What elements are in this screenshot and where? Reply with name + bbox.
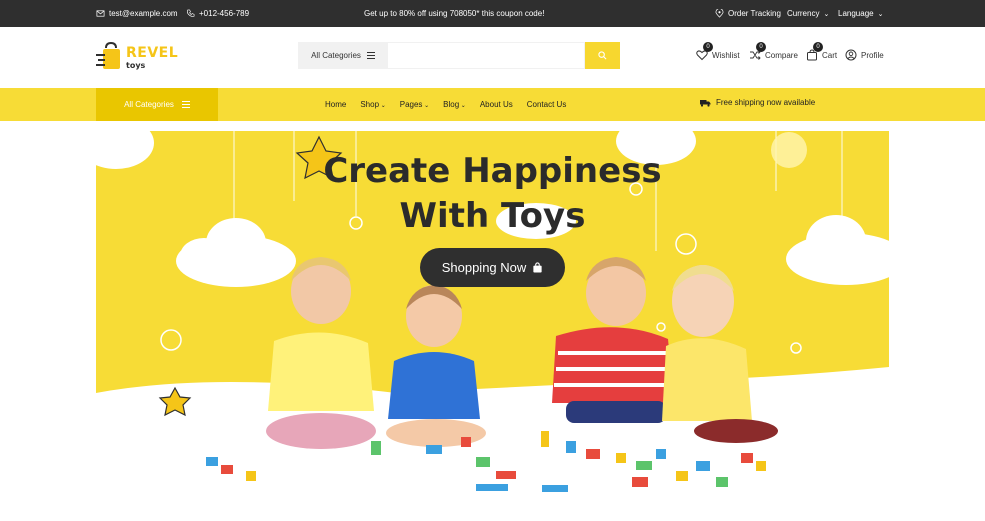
truck-icon: [700, 99, 711, 107]
profile-label: Profile: [861, 50, 884, 60]
wishlist-link[interactable]: 0 Wishlist: [696, 42, 740, 61]
currency-dropdown[interactable]: Currency ⌄: [787, 9, 829, 18]
nav-item-shop[interactable]: Shop ⌄: [360, 100, 385, 109]
search-button[interactable]: [585, 42, 620, 69]
hero-title: Create Happiness With Toys: [96, 149, 889, 239]
nav-item-pages[interactable]: Pages ⌄: [400, 100, 429, 109]
shopping-now-button[interactable]: Shopping Now: [420, 248, 565, 287]
phone-text: +012-456-789: [199, 9, 250, 18]
email-text: test@example.com: [109, 9, 178, 18]
cart-count-badge: 0: [813, 42, 823, 52]
wishlist-label: Wishlist: [712, 50, 740, 60]
order-tracking-label: Order Tracking: [728, 9, 781, 18]
logo[interactable]: REVEL toys: [96, 42, 186, 74]
user-circle-icon: [845, 49, 857, 61]
phone-icon: [187, 9, 195, 17]
nav-item-about[interactable]: About Us: [480, 100, 513, 109]
phone-link[interactable]: +012-456-789: [186, 9, 249, 18]
email-link[interactable]: test@example.com: [96, 9, 178, 18]
nav-item-blog[interactable]: Blog ⌄: [443, 100, 466, 109]
compare-link[interactable]: 0 Compare: [749, 42, 798, 61]
search-category-select[interactable]: All Categories: [298, 42, 388, 69]
chevron-down-icon: ⌄: [379, 103, 386, 109]
promo-text: Get up to 80% off using 708050* this cou…: [364, 9, 545, 18]
header: REVEL toys All Categories 0 Wishlist 0 C…: [0, 27, 985, 88]
chevron-down-icon: ⌄: [459, 103, 466, 109]
nav-item-pages-label: Pages: [399, 100, 423, 109]
language-dropdown[interactable]: Language ⌄: [838, 9, 883, 18]
all-categories-button[interactable]: All Categories: [96, 88, 218, 121]
shopping-now-label: Shopping Now: [441, 260, 527, 275]
chevron-down-icon: ⌄: [823, 10, 830, 18]
brand-subtitle: toys: [126, 61, 146, 70]
compare-label: Compare: [765, 50, 798, 60]
shopping-bag-icon: [533, 262, 542, 273]
menu-lines-icon: [181, 101, 190, 108]
nav-item-home[interactable]: Home: [325, 100, 346, 109]
shopping-bag-logo-icon: [96, 42, 120, 69]
hero-title-line-2: With Toys: [399, 196, 586, 236]
compare-count-badge: 0: [756, 42, 766, 52]
currency-label: Currency: [787, 9, 820, 18]
hero-title-line-1: Create Happiness: [323, 151, 662, 191]
location-pin-icon: [715, 9, 724, 18]
nav-menu: Home Shop ⌄ Pages ⌄ Blog ⌄ About Us Cont…: [325, 100, 566, 109]
nav-item-contact[interactable]: Contact Us: [527, 100, 567, 109]
language-label: Language: [838, 9, 874, 18]
all-categories-label: All Categories: [124, 100, 174, 109]
cart-link[interactable]: 0 Cart: [806, 42, 838, 61]
wishlist-count-badge: 0: [703, 42, 713, 52]
order-tracking-link[interactable]: Order Tracking: [715, 9, 781, 18]
mail-icon: [96, 10, 105, 17]
search-bar: All Categories: [298, 42, 620, 69]
search-input[interactable]: [388, 42, 585, 69]
profile-link[interactable]: Profile: [845, 49, 884, 61]
nav-item-blog-label: Blog: [443, 100, 460, 109]
cart-label: Cart: [822, 50, 838, 60]
chevron-down-icon: ⌄: [422, 103, 430, 109]
free-shipping-text: Free shipping now available: [716, 98, 816, 107]
search-icon: [598, 51, 607, 60]
brand-name: REVEL: [126, 45, 179, 61]
chevron-down-icon: ⌄: [877, 10, 884, 18]
free-shipping-notice: Free shipping now available: [700, 98, 815, 107]
main-nav: All Categories Home Shop ⌄ Pages ⌄ Blog …: [0, 88, 985, 121]
hero-banner: Create Happiness With Toys Shopping Now: [96, 131, 889, 493]
nav-item-shop-label: Shop: [360, 100, 380, 109]
menu-lines-icon: [366, 52, 375, 59]
top-bar: test@example.com +012-456-789 Get up to …: [0, 0, 985, 27]
search-category-label: All Categories: [311, 51, 361, 60]
